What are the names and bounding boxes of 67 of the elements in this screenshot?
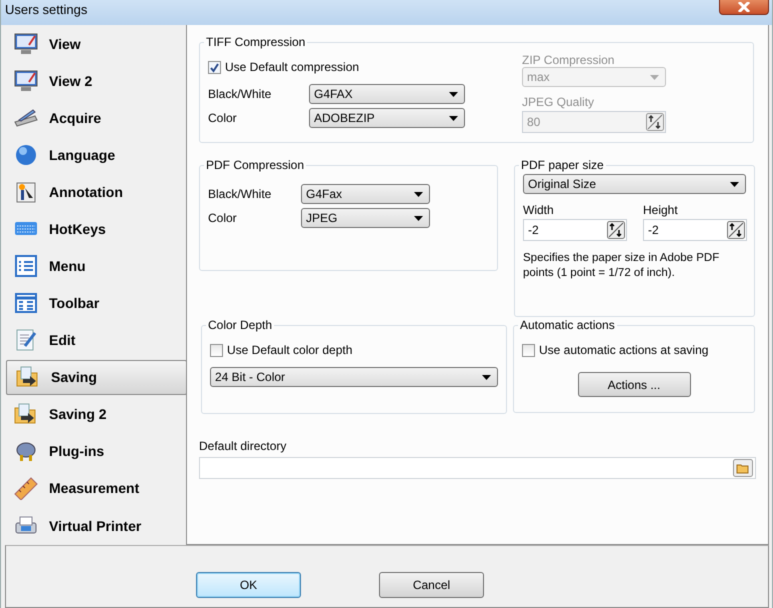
sidebar-item[interactable]: View <box>6 26 186 62</box>
checkbox-label: Use automatic actions at saving <box>539 343 708 357</box>
ok-button[interactable]: OK <box>196 572 301 598</box>
dropdown[interactable]: JPEG <box>301 208 430 228</box>
field-label: Black/White <box>208 187 272 201</box>
dropdown-arrow-icon <box>650 74 659 80</box>
monitor-icon <box>13 32 39 56</box>
dropdown[interactable]: ADOBEZIP <box>309 108 465 128</box>
group-title: Automatic actions <box>519 318 616 332</box>
close-button[interactable] <box>719 0 769 15</box>
directory-field[interactable] <box>199 457 756 479</box>
checkbox-label: Use Default compression <box>225 60 360 74</box>
dropdown[interactable]: Original Size <box>523 174 746 194</box>
ruler-icon <box>13 476 39 500</box>
dropdown-arrow-icon <box>482 374 491 380</box>
globe-icon <box>13 142 39 167</box>
checkbox-label: Use Default color depth <box>227 343 352 357</box>
dropdown[interactable]: 24 Bit - Color <box>210 367 498 387</box>
dropdown-arrow-icon <box>414 216 423 220</box>
sidebar-item[interactable]: Virtual Printer <box>6 508 186 544</box>
sidebar-item[interactable]: View 2 <box>6 63 186 98</box>
number-field[interactable]: -2 <box>643 219 747 241</box>
monitor-icon <box>13 68 39 93</box>
group-title: PDF Compression <box>205 158 306 172</box>
sidebar-item[interactable]: Measurement <box>6 470 186 506</box>
sidebar-item[interactable]: Annotation <box>6 174 186 210</box>
sidebar-item[interactable]: Menu <box>6 248 186 284</box>
spin-icon[interactable] <box>727 221 745 239</box>
spin-icon[interactable] <box>607 221 625 239</box>
close-icon <box>736 2 752 12</box>
sidebar-item[interactable]: Acquire <box>6 100 186 136</box>
dropdown-arrow-icon <box>449 92 458 96</box>
field-label: Height <box>643 203 679 217</box>
dropdown-arrow-icon <box>449 116 458 120</box>
checkbox[interactable] <box>522 344 535 356</box>
dropdown[interactable]: G4FAX <box>309 84 465 104</box>
field-label: Color <box>208 111 238 125</box>
folder-icon[interactable] <box>733 459 753 477</box>
sidebar-item[interactable]: Plug-ins <box>6 434 186 469</box>
field-label: JPEG Quality <box>522 95 596 109</box>
list-icon <box>13 254 39 278</box>
group-title: PDF paper size <box>520 158 605 172</box>
dropdown-arrow-icon <box>414 192 423 196</box>
grid-icon <box>13 291 39 316</box>
sidebar-item[interactable]: Language <box>6 137 186 172</box>
check-icon <box>209 62 220 72</box>
field-label: Default directory <box>199 439 288 453</box>
group-title: Color Depth <box>207 318 274 332</box>
field-label: ZIP Compression <box>522 53 616 67</box>
field-label: Black/White <box>208 87 272 101</box>
field-label: Color <box>208 211 238 225</box>
dropdown[interactable]: G4Fax <box>301 184 430 204</box>
sidebar-item[interactable]: HotKeys <box>6 211 186 246</box>
checkbox[interactable] <box>210 344 223 356</box>
checkbox[interactable] <box>208 60 221 74</box>
cancel-button[interactable]: Cancel <box>379 572 484 598</box>
sidebar-item[interactable]: Saving 2 <box>6 396 186 432</box>
sidebar-item[interactable]: Edit <box>6 322 186 358</box>
number-field[interactable]: -2 <box>523 219 627 241</box>
actions-button[interactable]: Actions ... <box>578 372 690 397</box>
help-text: Specifies the paper size in Adobe PDF points (1 point = 1/72 of inch). <box>523 251 720 281</box>
sidebar-item[interactable]: Saving <box>6 360 187 395</box>
field-label: Width <box>523 203 555 217</box>
group-title: TIFF Compression <box>205 35 306 49</box>
dropdown-arrow-icon <box>730 182 739 186</box>
sidebar-item[interactable]: Toolbar <box>6 286 186 321</box>
window-title: Users settings <box>4 1 88 17</box>
